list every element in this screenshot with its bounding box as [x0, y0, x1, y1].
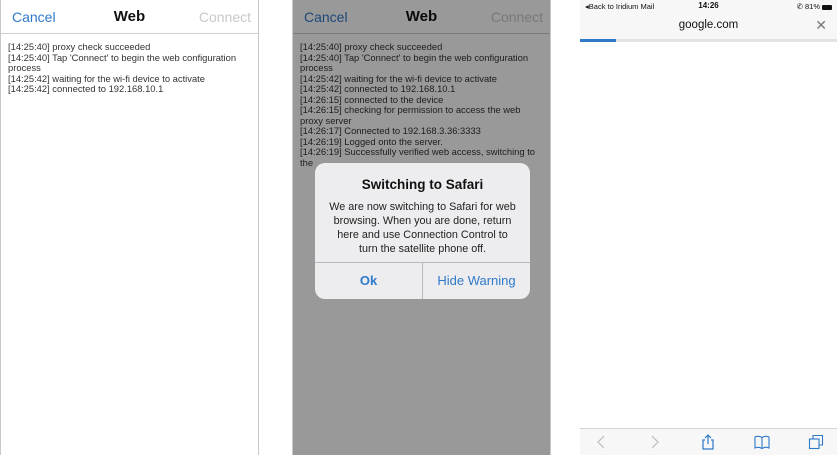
address-bar[interactable]: google.com ✕ — [580, 13, 837, 39]
alert-actions: Ok Hide Warning — [315, 262, 530, 299]
close-icon[interactable]: ✕ — [815, 17, 827, 34]
bookmarks-icon[interactable] — [754, 434, 770, 450]
log-output: [14:25:40] proxy check succeeded [14:25:… — [1, 34, 258, 95]
progress-fill — [580, 39, 616, 42]
forward-icon[interactable] — [646, 434, 662, 450]
ok-button[interactable]: Ok — [315, 263, 423, 299]
navigation-bar: Cancel Web Connect — [1, 0, 258, 34]
hide-warning-button[interactable]: Hide Warning — [423, 263, 530, 299]
battery-icon — [822, 4, 832, 10]
alert-title: Switching to Safari — [361, 177, 484, 192]
log-line: [14:25:40] Tap 'Connect' to begin the we… — [8, 51, 237, 73]
battery-text: ✆ 81% — [796, 2, 820, 11]
web-config-screen-with-alert: Cancel Web Connect [14:25:40] proxy chec… — [292, 0, 551, 455]
safari-toolbar — [580, 428, 837, 455]
tabs-icon[interactable] — [808, 434, 824, 450]
switching-alert-dialog: Switching to Safari We are now switching… — [315, 163, 530, 299]
alert-message: We are now switching to Safari for web b… — [329, 201, 516, 255]
back-icon[interactable] — [594, 434, 610, 450]
url-text[interactable]: google.com — [580, 19, 837, 31]
log-line: [14:25:40] proxy check succeeded — [8, 41, 151, 52]
log-line: [14:25:42] connected to 192.168.10.1 — [8, 83, 164, 94]
share-icon[interactable] — [700, 434, 716, 450]
safari-screen: ◂Back to Iridium Mail 14:26 ✆ 81% google… — [580, 0, 837, 455]
connect-button[interactable]: Connect — [199, 9, 251, 25]
page-load-progress — [580, 39, 837, 42]
status-bar: ◂Back to Iridium Mail 14:26 ✆ 81% — [580, 0, 837, 13]
web-config-screen: Cancel Web Connect [14:25:40] proxy chec… — [0, 0, 259, 455]
battery-status: ✆ 81% — [797, 2, 832, 11]
